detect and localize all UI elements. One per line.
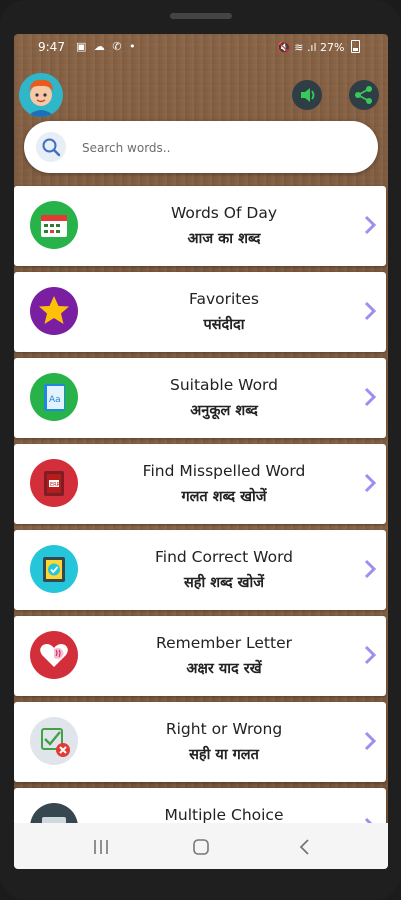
- home-icon: [193, 839, 209, 855]
- card-subtitle: आज का शब्द: [187, 231, 261, 247]
- card-title: Words Of Day: [170, 204, 278, 222]
- error-book-icon: ERR: [30, 459, 78, 507]
- check-book-icon: [30, 545, 78, 593]
- card-subtitle: अनुकूल शब्द: [190, 403, 258, 419]
- chevron-right-icon: [364, 215, 376, 235]
- app-screen: 9:47 ▣ ☁ ✆ • 🔇 ≋ .ıl 27% Search words.. …: [14, 34, 388, 869]
- battery-percent: 27%: [320, 41, 345, 54]
- chevron-right-icon: [364, 473, 376, 493]
- battery-icon: [351, 40, 360, 53]
- sound-button[interactable]: [292, 80, 322, 110]
- star-icon: [30, 287, 78, 335]
- search-bar[interactable]: [24, 121, 378, 173]
- card-subtitle: अक्षर याद रखें: [186, 661, 262, 677]
- status-bar: 9:47 ▣ ☁ ✆ • 🔇 ≋ .ıl 27%: [14, 34, 388, 62]
- card-title: Find Misspelled Word: [142, 462, 306, 480]
- check-cross-icon: [30, 717, 78, 765]
- home-button[interactable]: [186, 836, 216, 858]
- speaker-icon: [301, 88, 315, 102]
- status-right-group: 🔇 ≋ .ıl 27%: [277, 40, 360, 54]
- phone-speaker: [170, 13, 232, 19]
- recent-apps-button[interactable]: [86, 836, 116, 858]
- signal-icons: 🔇 ≋ .ıl: [277, 41, 317, 54]
- menu-item-favorites[interactable]: Favorites पसंदीदा: [14, 272, 386, 352]
- recent-apps-icon: [94, 840, 108, 854]
- back-button[interactable]: [290, 836, 320, 858]
- card-subtitle: गलत शब्द खोजें: [181, 489, 267, 505]
- card-subtitle: सही या गलत: [189, 747, 259, 763]
- card-title: Favorites: [188, 290, 259, 308]
- status-time: 9:47: [38, 40, 65, 54]
- chevron-right-icon: [364, 559, 376, 579]
- notebook-icon: Aa: [30, 373, 78, 421]
- chevron-right-icon: [364, 301, 376, 321]
- user-avatar-icon[interactable]: [19, 73, 63, 117]
- menu-item-find-misspelled-word[interactable]: ERR Find Misspelled Word गलत शब्द खोजें: [14, 444, 386, 524]
- menu-item-remember-letter[interactable]: Remember Letter अक्षर याद रखें: [14, 616, 386, 696]
- card-title: Right or Wrong: [165, 720, 283, 738]
- chevron-right-icon: [364, 387, 376, 407]
- share-button[interactable]: [349, 80, 379, 110]
- menu-item-suitable-word[interactable]: Aa Suitable Word अनुकूल शब्द: [14, 358, 386, 438]
- menu-item-find-correct-word[interactable]: Find Correct Word सही शब्द खोजें: [14, 530, 386, 610]
- chevron-right-icon: [364, 645, 376, 665]
- notification-icons: ▣ ☁ ✆ •: [76, 40, 138, 53]
- heart-brain-icon: [30, 631, 78, 679]
- card-subtitle: सही शब्द खोजें: [183, 575, 265, 591]
- phone-frame: 9:47 ▣ ☁ ✆ • 🔇 ≋ .ıl 27% Search words.. …: [0, 0, 401, 900]
- svg-text:ERR: ERR: [50, 482, 61, 488]
- card-title: Remember Letter: [156, 634, 292, 652]
- menu-item-right-or-wrong[interactable]: Right or Wrong सही या गलत: [14, 702, 386, 782]
- menu-item-words-of-day[interactable]: Words Of Day आज का शब्द: [14, 186, 386, 266]
- chevron-right-icon: [364, 731, 376, 751]
- svg-text:Aa: Aa: [49, 395, 61, 405]
- card-title: Find Correct Word: [154, 548, 294, 566]
- card-title: Suitable Word: [170, 376, 278, 394]
- calendar-icon: [30, 201, 78, 249]
- system-nav-bar: [14, 823, 388, 869]
- share-icon: [355, 86, 372, 104]
- card-subtitle: पसंदीदा: [203, 317, 245, 333]
- back-icon: [299, 839, 309, 855]
- search-input[interactable]: [80, 137, 364, 159]
- search-icon: [36, 132, 66, 162]
- card-title: Multiple Choice: [164, 806, 284, 824]
